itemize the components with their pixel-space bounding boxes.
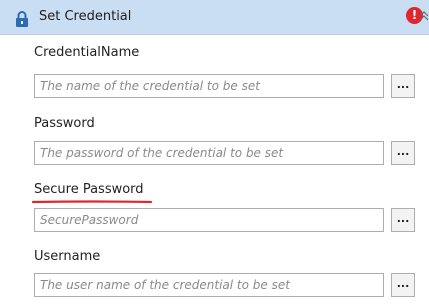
password-placeholder: The password of the credential to be set: [40, 146, 284, 160]
activity-title: Set Credential: [39, 9, 132, 24]
secure-password-input[interactable]: SecurePassword: [34, 208, 384, 232]
secure-password-placeholder: SecurePassword: [40, 213, 139, 227]
username-placeholder: The user name of the credential to be se…: [40, 278, 290, 292]
secure-password-browse-button[interactable]: ...: [391, 208, 415, 232]
lock-icon: [16, 11, 28, 27]
secure-password-label: Secure Password: [34, 182, 144, 197]
username-label: Username: [34, 249, 101, 264]
username-input[interactable]: The user name of the credential to be se…: [34, 273, 384, 297]
credential-name-label: CredentialName: [34, 45, 140, 60]
password-input[interactable]: The password of the credential to be set: [34, 141, 384, 165]
chevron-up-icon[interactable]: [419, 11, 429, 21]
annotation-underline: [32, 200, 152, 204]
username-browse-button[interactable]: ...: [391, 273, 415, 297]
credential-name-browse-button[interactable]: ...: [391, 74, 415, 98]
activity-header[interactable]: Set Credential !: [0, 0, 429, 35]
credential-name-input[interactable]: The name of the credential to be set: [34, 74, 384, 98]
credential-name-placeholder: The name of the credential to be set: [40, 79, 260, 93]
password-browse-button[interactable]: ...: [391, 141, 415, 165]
activity-panel: Set Credential ! CredentialName The name…: [0, 0, 429, 306]
password-label: Password: [34, 116, 95, 131]
